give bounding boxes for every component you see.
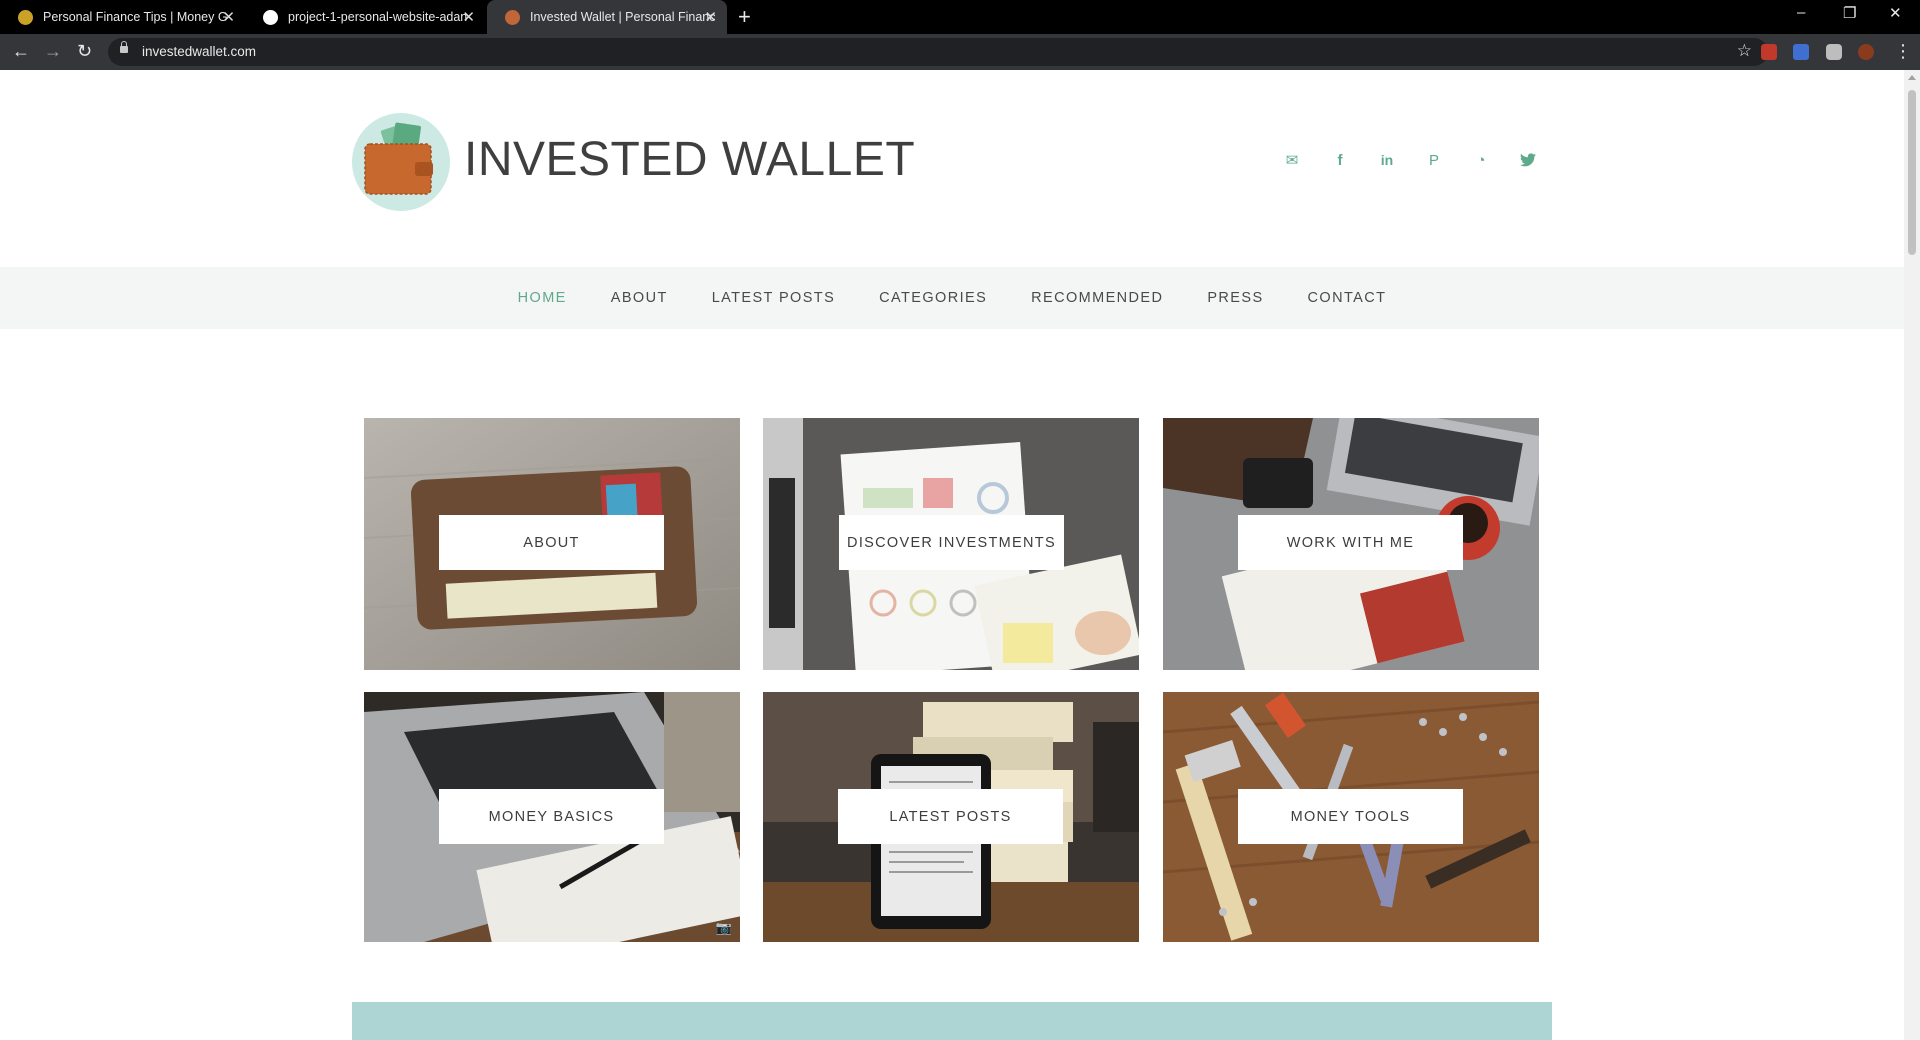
minimize-icon[interactable]: – bbox=[1797, 4, 1805, 21]
scrollbar-thumb[interactable] bbox=[1908, 90, 1916, 255]
tile-work-with-me[interactable]: WORK WITH ME bbox=[1163, 418, 1539, 670]
menu-icon[interactable]: ⋮ bbox=[1894, 41, 1912, 62]
teal-banner bbox=[352, 1002, 1552, 1040]
tile-latest-posts[interactable]: LATEST POSTS bbox=[763, 692, 1139, 942]
lock-icon bbox=[120, 41, 128, 53]
restore-icon[interactable]: ❐ bbox=[1843, 4, 1856, 22]
webpage: INVESTED WALLET ✉ f in P ◔ HOME ABOUT LA… bbox=[0, 70, 1904, 1040]
tile-about[interactable]: ABOUT bbox=[364, 418, 740, 670]
extension-icon[interactable] bbox=[1761, 44, 1777, 60]
linkedin-icon[interactable]: in bbox=[1375, 148, 1399, 172]
browser-tab-strip: Personal Finance Tips | Money G ✕ projec… bbox=[0, 0, 1920, 34]
nav-categories[interactable]: CATEGORIES bbox=[879, 290, 987, 306]
tile-money-basics[interactable]: MONEY BASICS 📷 bbox=[364, 692, 740, 942]
close-window-icon[interactable]: ✕ bbox=[1889, 4, 1902, 22]
main-navigation: HOME ABOUT LATEST POSTS CATEGORIES RECOM… bbox=[0, 267, 1904, 329]
pinterest-icon[interactable]: P bbox=[1422, 148, 1446, 172]
nav-press[interactable]: PRESS bbox=[1207, 290, 1263, 306]
tab-title: project-1-personal-website-adan bbox=[288, 10, 468, 24]
extension-icon[interactable] bbox=[1793, 44, 1809, 60]
facebook-icon[interactable]: f bbox=[1328, 148, 1352, 172]
tab-favicon-icon bbox=[505, 9, 520, 25]
nav-latest-posts[interactable]: LATEST POSTS bbox=[712, 290, 835, 306]
tile-label[interactable]: MONEY TOOLS bbox=[1238, 789, 1463, 844]
close-tab-icon[interactable]: ✕ bbox=[222, 8, 235, 26]
tile-label[interactable]: DISCOVER INVESTMENTS bbox=[839, 515, 1064, 570]
nav-about[interactable]: ABOUT bbox=[611, 290, 668, 306]
email-icon[interactable]: ✉ bbox=[1280, 148, 1304, 172]
browser-toolbar: ← → ↻ investedwallet.com ☆ ⋮ bbox=[0, 34, 1920, 70]
tab-personal-finance-tips[interactable]: Personal Finance Tips | Money G ✕ bbox=[0, 0, 245, 34]
tile-label[interactable]: WORK WITH ME bbox=[1238, 515, 1463, 570]
camera-icon: 📷 bbox=[715, 920, 732, 935]
tab-favicon-icon bbox=[18, 9, 33, 25]
nav-contact[interactable]: CONTACT bbox=[1308, 290, 1387, 306]
new-tab-icon[interactable]: + bbox=[738, 4, 751, 30]
puzzle-icon[interactable] bbox=[1826, 44, 1842, 60]
forward-icon[interactable]: → bbox=[44, 41, 62, 62]
rss-icon[interactable]: ◔ bbox=[1469, 148, 1493, 172]
scroll-up-icon[interactable] bbox=[1908, 75, 1916, 80]
tile-label[interactable]: LATEST POSTS bbox=[838, 789, 1063, 844]
reload-icon[interactable]: ↻ bbox=[77, 41, 92, 62]
nav-recommended[interactable]: RECOMMENDED bbox=[1031, 290, 1163, 306]
twitter-icon[interactable] bbox=[1516, 148, 1540, 172]
tab-github-project[interactable]: project-1-personal-website-adan ✕ bbox=[245, 0, 485, 34]
url-text: investedwallet.com bbox=[142, 44, 257, 59]
github-icon bbox=[263, 9, 278, 25]
page-scrollbar[interactable] bbox=[1904, 70, 1920, 1040]
tab-title: Invested Wallet | Personal Financ bbox=[530, 10, 715, 24]
bookmark-star-icon[interactable]: ☆ bbox=[1737, 41, 1752, 61]
close-tab-icon[interactable]: ✕ bbox=[704, 8, 717, 26]
tab-invested-wallet[interactable]: Invested Wallet | Personal Financ ✕ bbox=[487, 0, 727, 34]
back-icon[interactable]: ← bbox=[12, 41, 30, 62]
wallet-logo-icon[interactable] bbox=[351, 112, 451, 212]
close-tab-icon[interactable]: ✕ bbox=[462, 8, 475, 26]
avatar[interactable] bbox=[1858, 44, 1874, 60]
nav-home[interactable]: HOME bbox=[518, 290, 567, 306]
tile-discover-investments[interactable]: DISCOVER INVESTMENTS bbox=[763, 418, 1139, 670]
tab-title: Personal Finance Tips | Money G bbox=[43, 10, 228, 24]
tile-money-tools[interactable]: MONEY TOOLS bbox=[1163, 692, 1539, 942]
tile-label[interactable]: MONEY BASICS bbox=[439, 789, 664, 844]
site-title[interactable]: INVESTED WALLET bbox=[464, 132, 915, 187]
address-bar[interactable]: investedwallet.com ☆ bbox=[108, 38, 1768, 66]
tile-label[interactable]: ABOUT bbox=[439, 515, 664, 570]
